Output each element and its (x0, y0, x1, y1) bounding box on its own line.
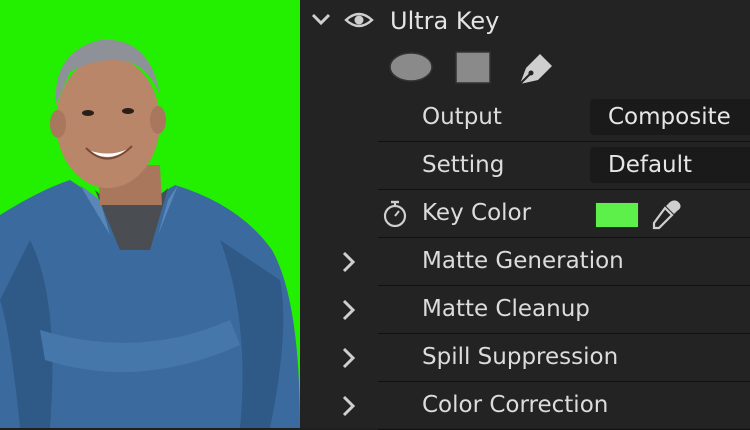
group-label: Color Correction (422, 392, 609, 418)
group-matte-generation[interactable]: Matte Generation (342, 238, 750, 286)
rectangle-mask-icon[interactable] (454, 50, 492, 90)
pen-mask-icon[interactable] (516, 50, 556, 92)
setting-label: Setting (422, 152, 505, 178)
setting-value: Default (608, 152, 693, 178)
eye-icon[interactable] (344, 8, 374, 32)
effect-title: Ultra Key (390, 7, 500, 35)
person-image (0, 39, 300, 428)
chevron-right-icon[interactable] (336, 394, 360, 418)
setting-dropdown[interactable]: Default (590, 147, 750, 183)
group-label: Spill Suppression (422, 344, 619, 370)
mask-tools (388, 50, 588, 90)
setting-row: Setting Default (378, 142, 750, 190)
output-row: Output Composite (378, 94, 750, 142)
output-dropdown[interactable]: Composite (590, 99, 750, 135)
group-spill-suppression[interactable]: Spill Suppression (342, 334, 750, 382)
effect-header: Ultra Key (300, 0, 750, 44)
video-preview (0, 0, 300, 428)
output-value: Composite (608, 104, 731, 130)
chevron-right-icon[interactable] (336, 346, 360, 370)
group-label: Matte Generation (422, 248, 624, 274)
effect-controls-panel: Ultra Key Output Composite Setting Defau… (300, 0, 750, 430)
chevron-down-icon[interactable] (310, 8, 332, 30)
chevron-right-icon[interactable] (336, 298, 360, 322)
output-label: Output (422, 104, 502, 130)
key-color-label: Key Color (422, 200, 532, 226)
stopwatch-icon[interactable] (382, 200, 408, 228)
ellipse-mask-icon[interactable] (388, 50, 434, 86)
group-label: Matte Cleanup (422, 296, 590, 322)
eyedropper-icon[interactable] (650, 198, 682, 230)
key-color-row: Key Color (378, 190, 750, 238)
chevron-right-icon[interactable] (336, 250, 360, 274)
group-color-correction[interactable]: Color Correction (342, 382, 750, 430)
group-matte-cleanup[interactable]: Matte Cleanup (342, 286, 750, 334)
key-color-swatch[interactable] (595, 202, 639, 228)
